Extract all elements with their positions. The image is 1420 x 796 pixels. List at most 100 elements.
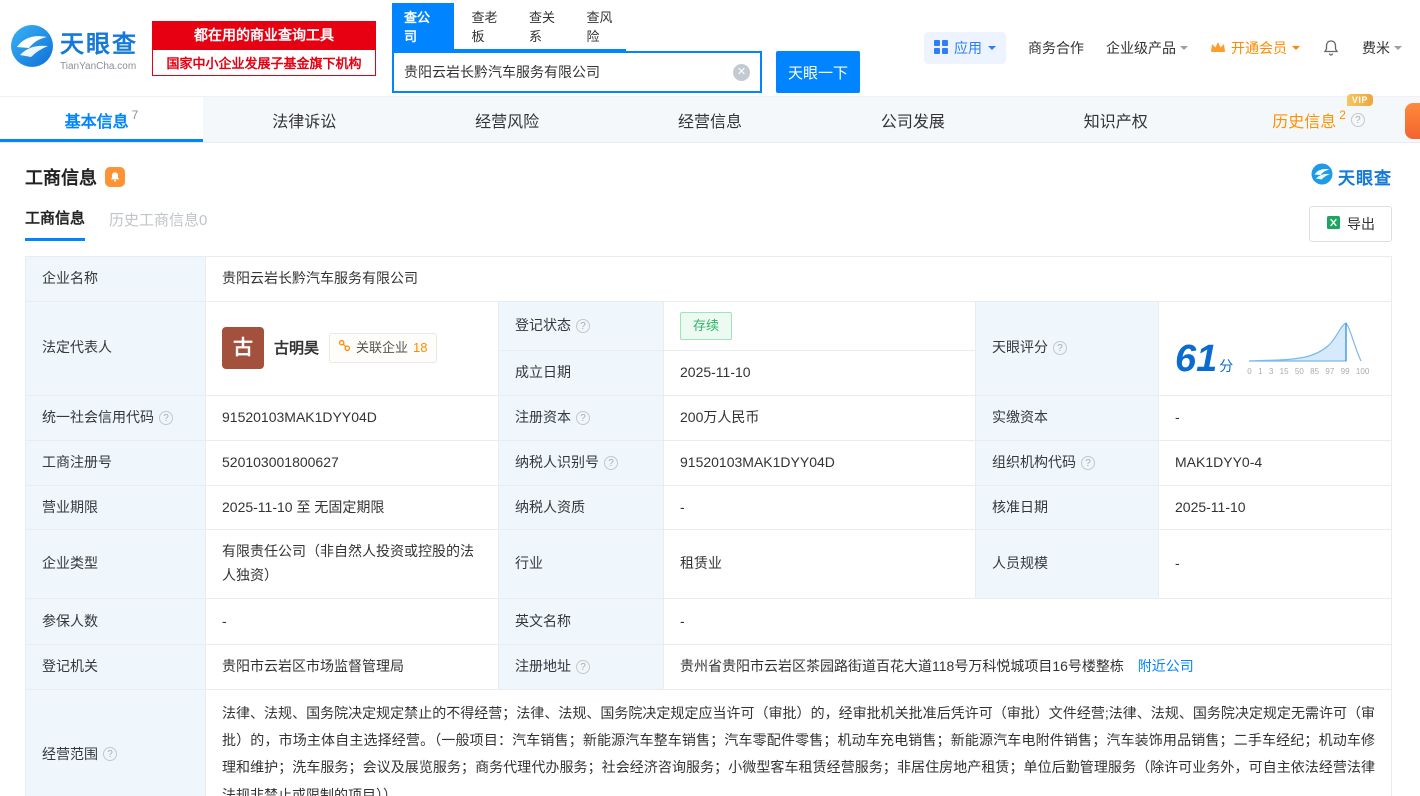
table-row: 企业类型 有限责任公司（非自然人投资或控股的法人独资） 行业 租赁业 人员规模 … — [26, 530, 1392, 599]
reg-no-label: 工商注册号 — [26, 440, 206, 485]
tab-company-development[interactable]: 公司发展 — [811, 97, 1014, 142]
reg-authority-label: 登记机关 — [26, 645, 206, 690]
search-area: 查公司 查老板 查关系 查风险 天眼一下 — [392, 3, 860, 93]
score-axis: 0131550859799100 — [1247, 365, 1369, 379]
table-row: 营业期限 2025-11-10 至 无固定期限 纳税人资质 - 核准日期 202… — [26, 485, 1392, 530]
tab-intellectual-property[interactable]: 知识产权 — [1014, 97, 1217, 142]
notifications-bell-icon[interactable] — [1322, 39, 1340, 57]
help-icon[interactable] — [604, 456, 618, 470]
cooperation-label: 商务合作 — [1028, 38, 1084, 58]
help-icon[interactable] — [1053, 341, 1067, 355]
industry-label: 行业 — [499, 530, 664, 599]
tab-basic-label: 基本信息 — [65, 108, 129, 132]
score-unit: 分 — [1219, 358, 1233, 374]
help-icon[interactable] — [1351, 113, 1365, 127]
english-name-label: 英文名称 — [499, 599, 664, 645]
tab-legal-proceedings[interactable]: 法律诉讼 — [203, 97, 406, 142]
uscc-value: 91520103MAK1DYY04D — [206, 395, 499, 440]
enterprise-label: 企业级产品 — [1106, 38, 1176, 58]
clear-search-icon[interactable] — [733, 64, 750, 81]
help-icon[interactable] — [576, 411, 590, 425]
search-row: 天眼一下 — [392, 51, 860, 93]
reg-authority-value: 贵阳市云岩区市场监督管理局 — [206, 645, 499, 690]
established-value: 2025-11-10 — [664, 350, 976, 395]
business-scope-label: 经营范围 — [26, 689, 206, 796]
tab-history-count: 2 — [1339, 108, 1346, 122]
tianyancha-logo-icon — [10, 24, 54, 73]
established-label: 成立日期 — [499, 350, 664, 395]
username-label: 费米 — [1362, 38, 1390, 58]
tab-operating-risk[interactable]: 经营风险 — [406, 97, 609, 142]
score-cell: 61分 0131550859799100 — [1159, 301, 1392, 395]
page-title: 工商信息 — [25, 164, 97, 190]
table-row: 企业名称 贵阳云岩长黔汽车服务有限公司 — [26, 257, 1392, 302]
search-tab-risk[interactable]: 查风险 — [585, 3, 627, 49]
help-icon[interactable] — [159, 411, 173, 425]
chevron-down-icon — [1180, 46, 1188, 54]
org-code-value: MAK1DYY0-4 — [1159, 440, 1392, 485]
user-menu[interactable]: 费米 — [1362, 38, 1402, 58]
tab-operation-label: 经营信息 — [678, 108, 742, 132]
chevron-down-icon — [988, 46, 996, 54]
reg-address-value: 贵州省贵阳市云岩区茶园路街道百花大道118号万科悦城项目16号楼整栋 — [680, 658, 1124, 674]
reg-capital-label: 注册资本 — [499, 395, 664, 440]
logo-text: 天眼查 TianYanCha.com — [60, 24, 138, 72]
legal-rep-avatar[interactable]: 古 — [222, 327, 264, 369]
help-icon[interactable] — [103, 747, 117, 761]
open-vip-button[interactable]: 开通会员 — [1210, 38, 1300, 58]
reg-capital-value: 200万人民币 — [664, 395, 976, 440]
tianyancha-watermark: 天眼查 — [1311, 163, 1392, 190]
search-tab-company[interactable]: 查公司 — [392, 3, 454, 49]
tab-history-info[interactable]: VIP 历史信息2 — [1217, 97, 1420, 142]
subtab-business-info[interactable]: 工商信息 — [25, 207, 85, 241]
vip-label: 开通会员 — [1231, 38, 1287, 58]
nav-enterprise-products[interactable]: 企业级产品 — [1106, 38, 1188, 58]
nearby-companies-link[interactable]: 附近公司 — [1138, 658, 1194, 674]
subtab-history-business-info[interactable]: 历史工商信息0 — [109, 209, 207, 240]
section-header: 工商信息 天眼查 — [0, 143, 1420, 190]
search-input[interactable] — [404, 64, 733, 80]
company-type-value: 有限责任公司（非自然人投资或控股的法人独资） — [206, 530, 499, 599]
related-companies-badge[interactable]: 关联企业 18 — [329, 333, 436, 363]
tab-operating-info[interactable]: 经营信息 — [609, 97, 812, 142]
site-header: 天眼查 TianYanCha.com 都在用的商业查询工具 国家中小企业发展子基… — [0, 0, 1420, 96]
company-type-label: 企业类型 — [26, 530, 206, 599]
tab-basic-info[interactable]: 基本信息7 — [0, 97, 203, 142]
search-button[interactable]: 天眼一下 — [776, 51, 860, 93]
side-floating-widget[interactable] — [1405, 103, 1420, 139]
term-label: 营业期限 — [26, 485, 206, 530]
legal-rep-name[interactable]: 古明昊 — [274, 336, 319, 362]
table-row: 参保人数 - 英文名称 - — [26, 599, 1392, 645]
reg-status-value: 存续 — [664, 301, 976, 350]
tab-ip-label: 知识产权 — [1084, 108, 1148, 132]
table-row: 登记机关 贵阳市云岩区市场监督管理局 注册地址 贵州省贵阳市云岩区茶园路街道百花… — [26, 645, 1392, 690]
export-button[interactable]: 导出 — [1309, 206, 1392, 242]
apps-menu[interactable]: 应用 — [924, 32, 1006, 64]
search-box[interactable] — [392, 51, 762, 93]
company-name-label: 企业名称 — [26, 257, 206, 302]
score-chart: 0131550859799100 — [1247, 318, 1369, 379]
search-tabs: 查公司 查老板 查关系 查风险 — [392, 3, 626, 51]
help-icon[interactable] — [1081, 456, 1095, 470]
nav-cooperation[interactable]: 商务合作 — [1028, 38, 1084, 58]
tab-basic-count: 7 — [132, 108, 139, 122]
tab-history-label: 历史信息 — [1272, 108, 1336, 132]
taxpayer-qual-label: 纳税人资质 — [499, 485, 664, 530]
search-tab-relation[interactable]: 查关系 — [527, 3, 569, 49]
search-tab-boss[interactable]: 查老板 — [470, 3, 512, 49]
chevron-down-icon — [1394, 46, 1402, 54]
reg-address-label: 注册地址 — [499, 645, 664, 690]
tianyancha-page: 天眼查 TianYanCha.com 都在用的商业查询工具 国家中小企业发展子基… — [0, 0, 1420, 796]
table-row: 工商注册号 520103001800627 纳税人识别号 91520103MAK… — [26, 440, 1392, 485]
top-right-nav: 应用 商务合作 企业级产品 开通会员 — [924, 32, 1402, 64]
help-icon[interactable] — [576, 319, 590, 333]
help-icon[interactable] — [576, 660, 590, 674]
brand-slogan: 都在用的商业查询工具 国家中小企业发展子基金旗下机构 — [152, 21, 376, 76]
taxpayer-qual-value: - — [664, 485, 976, 530]
tianyancha-logo[interactable]: 天眼查 TianYanCha.com — [10, 24, 138, 73]
watermark-text: 天眼查 — [1338, 164, 1392, 189]
subscribe-bell-icon[interactable] — [105, 167, 125, 187]
business-info-table: 企业名称 贵阳云岩长黔汽车服务有限公司 法定代表人 古 古明昊 — [25, 256, 1392, 796]
staff-size-value: - — [1159, 530, 1392, 599]
crown-icon — [1210, 40, 1226, 56]
